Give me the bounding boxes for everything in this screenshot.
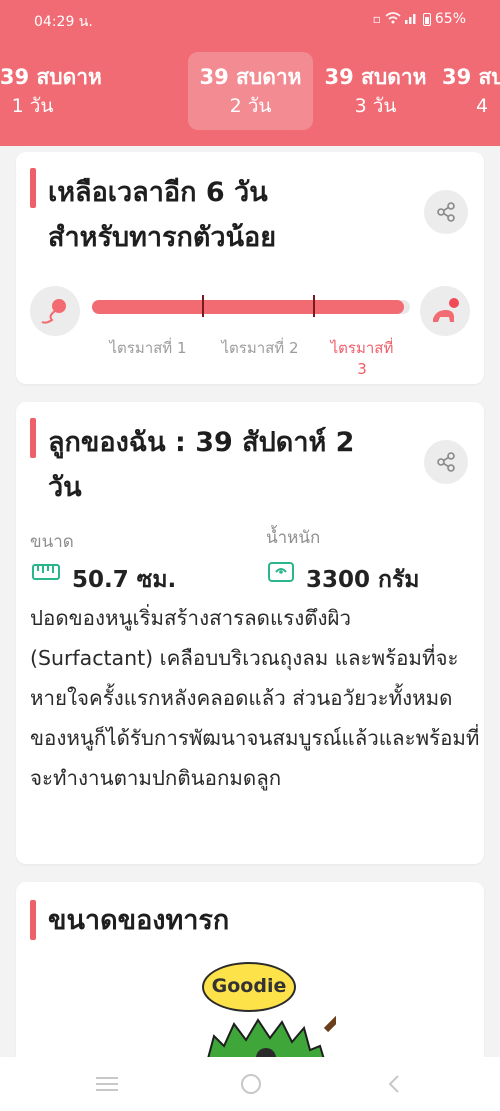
wifi-icon bbox=[385, 11, 401, 27]
baby-info-title-line2: วัน bbox=[48, 472, 82, 503]
tab-week-label: 39 สบดาห bbox=[324, 65, 427, 89]
tab-day-label: 4 bbox=[476, 95, 489, 117]
scale-icon bbox=[268, 562, 294, 582]
weight-value: 3300 กรัม bbox=[306, 567, 420, 593]
baby-description: ปอดของหนูเริ่มสร้างสารลดแรงตึงผิว (Surfa… bbox=[30, 606, 480, 790]
ruler-icon bbox=[32, 564, 60, 580]
tab-week-label: 39 สบ bbox=[442, 65, 500, 89]
volte-icon: ▫ bbox=[372, 12, 381, 26]
battery-percent: 65% bbox=[434, 11, 466, 27]
tab-week-39-day-1[interactable]: ปดาห 39 สบดาห 1 วัน bbox=[0, 52, 102, 130]
system-nav-bar bbox=[0, 1057, 500, 1111]
countdown-card: เหลือเวลาอีก 6 วัน สำหรับทารกตัวน้อย ไตร… bbox=[16, 152, 484, 384]
sperm-egg-icon bbox=[41, 299, 66, 324]
progress-fill bbox=[92, 300, 404, 314]
status-icons: ▫ 65% bbox=[373, 11, 466, 27]
tab-week-39-day-4[interactable]: 39 สบ 4 bbox=[438, 52, 500, 130]
goodie-speech-bubble: Goodie bbox=[202, 962, 296, 1012]
trimester-3-label-number: 3 bbox=[357, 360, 367, 378]
tab-day-label: 2 วัน bbox=[229, 95, 272, 117]
trimester-2-label: ไตรมาสที่ 2 bbox=[221, 339, 299, 357]
tab-week-label: ปดาห 39 สบดาห bbox=[0, 65, 102, 89]
share-button[interactable] bbox=[424, 440, 468, 484]
share-button[interactable] bbox=[424, 190, 468, 234]
baby-info-title-line1: ลูกของฉัน : 39 สัปดาห์ 2 bbox=[48, 427, 355, 458]
size-label: ขนาด bbox=[30, 532, 74, 552]
app-header: 04:29 น. ▫ 65% ปดาห 39 สบดาห 1 วัน 39 สบ… bbox=[0, 0, 500, 146]
trimester-1-tick bbox=[202, 295, 204, 317]
tab-day-label: 1 วัน bbox=[11, 95, 54, 117]
crawling-baby-icon bbox=[433, 298, 459, 322]
tab-week-label: 39 สบดาห bbox=[199, 65, 302, 89]
status-time: 04:29 น. bbox=[34, 14, 93, 30]
countdown-title: เหลือเวลาอีก 6 วัน สำหรับทารกตัวน้อย bbox=[48, 170, 276, 260]
title-accent-bar bbox=[30, 900, 36, 940]
battery-icon bbox=[422, 12, 431, 26]
baby-size-title: ขนาดของทารก bbox=[48, 905, 230, 936]
signal-icon bbox=[404, 12, 419, 27]
baby-size-card: ขนาดของทารก Goodie bbox=[16, 882, 484, 1082]
trimester-2-tick bbox=[313, 295, 315, 317]
birth-icon bbox=[420, 286, 470, 336]
home-circle-icon bbox=[241, 1074, 261, 1094]
title-accent-bar bbox=[30, 418, 36, 458]
home-button[interactable] bbox=[236, 1071, 266, 1097]
pregnancy-progress-bar bbox=[92, 295, 410, 317]
tab-week-39-day-2[interactable]: 39 สบดาห 2 วัน bbox=[188, 52, 313, 130]
menu-lines-icon bbox=[96, 1077, 118, 1091]
share-icon bbox=[437, 202, 455, 222]
weight-label: น้ำหนัก bbox=[266, 528, 321, 548]
conception-icon bbox=[30, 286, 80, 336]
baby-info-card: ลูกของฉัน : 39 สัปดาห์ 2 วัน ขนาด 50.7 ซ… bbox=[16, 402, 484, 864]
title-accent-bar bbox=[30, 168, 36, 208]
tab-week-39-day-3[interactable]: 39 สบดาห 3 วัน bbox=[313, 52, 438, 130]
back-chevron-icon bbox=[388, 1075, 399, 1093]
share-icon bbox=[437, 452, 455, 472]
status-bar: 04:29 น. ▫ 65% bbox=[0, 0, 500, 40]
countdown-title-line2: สำหรับทารกตัวน้อย bbox=[48, 222, 277, 253]
baby-info-title: ลูกของฉัน : 39 สัปดาห์ 2 วัน bbox=[48, 420, 354, 510]
tab-day-label: 3 วัน bbox=[354, 95, 397, 117]
trimester-1-label: ไตรมาสที่ 1 bbox=[109, 339, 187, 357]
countdown-title-line1: เหลือเวลาอีก 6 วัน bbox=[48, 177, 268, 208]
recent-apps-button[interactable] bbox=[92, 1071, 122, 1097]
week-tabs: ปดาห 39 สบดาห 1 วัน 39 สบดาห 2 วัน 39 สบ… bbox=[0, 52, 500, 130]
trimester-3-label-text: ไตรมาสที่ bbox=[330, 339, 394, 357]
trimester-3-label: ไตรมาสที่ 3 bbox=[316, 338, 408, 380]
back-button[interactable] bbox=[380, 1071, 410, 1097]
size-value: 50.7 ซม. bbox=[72, 567, 177, 593]
